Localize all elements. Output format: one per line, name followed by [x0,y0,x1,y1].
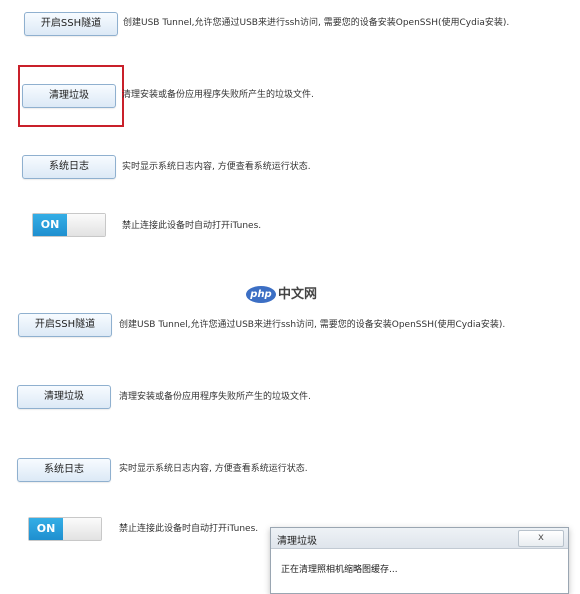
dialog-title: 清理垃圾 [277,536,317,547]
system-log-description: 实时显示系统日志内容, 方便查看系统运行状态. [119,464,308,474]
dialog-message: 正在清理照相机缩略图缓存... [281,565,398,575]
system-log-description: 实时显示系统日志内容, 方便查看系统运行状态. [122,162,311,172]
clean-junk-description: 清理安装或备份应用程序失败所产生的垃圾文件. [122,90,314,100]
settings-panel-top: 开启SSH隧道 创建USB Tunnel,允许您通过USB来进行ssh访问, 需… [0,0,580,287]
open-ssh-tunnel-button[interactable]: 开启SSH隧道 [24,12,118,36]
itunes-autostart-description: 禁止连接此设备时自动打开iTunes. [122,221,262,231]
itunes-autostart-toggle[interactable]: ON [32,213,106,237]
open-ssh-tunnel-button[interactable]: 开启SSH隧道 [18,313,112,337]
ssh-tunnel-description: 创建USB Tunnel,允许您通过USB来进行ssh访问, 需要您的设备安装O… [123,18,510,28]
clean-junk-dialog: 清理垃圾 x 正在清理照相机缩略图缓存... [270,527,569,594]
toggle-on-label: ON [33,214,67,236]
dialog-title-bar: 清理垃圾 x [271,528,568,549]
ssh-tunnel-description: 创建USB Tunnel,允许您通过USB来进行ssh访问, 需要您的设备安装O… [119,320,506,330]
toggle-on-label: ON [29,518,63,540]
clean-junk-description: 清理安装或备份应用程序失败所产生的垃圾文件. [119,392,311,402]
clean-junk-button[interactable]: 清理垃圾 [22,84,116,108]
clean-junk-button[interactable]: 清理垃圾 [17,385,111,409]
toggle-knob [67,214,105,236]
dialog-close-button[interactable]: x [518,530,564,547]
itunes-autostart-description: 禁止连接此设备时自动打开iTunes. [119,524,259,534]
system-log-button[interactable]: 系统日志 [22,155,116,179]
system-log-button[interactable]: 系统日志 [17,458,111,482]
toggle-knob [63,518,101,540]
itunes-autostart-toggle[interactable]: ON [28,517,102,541]
